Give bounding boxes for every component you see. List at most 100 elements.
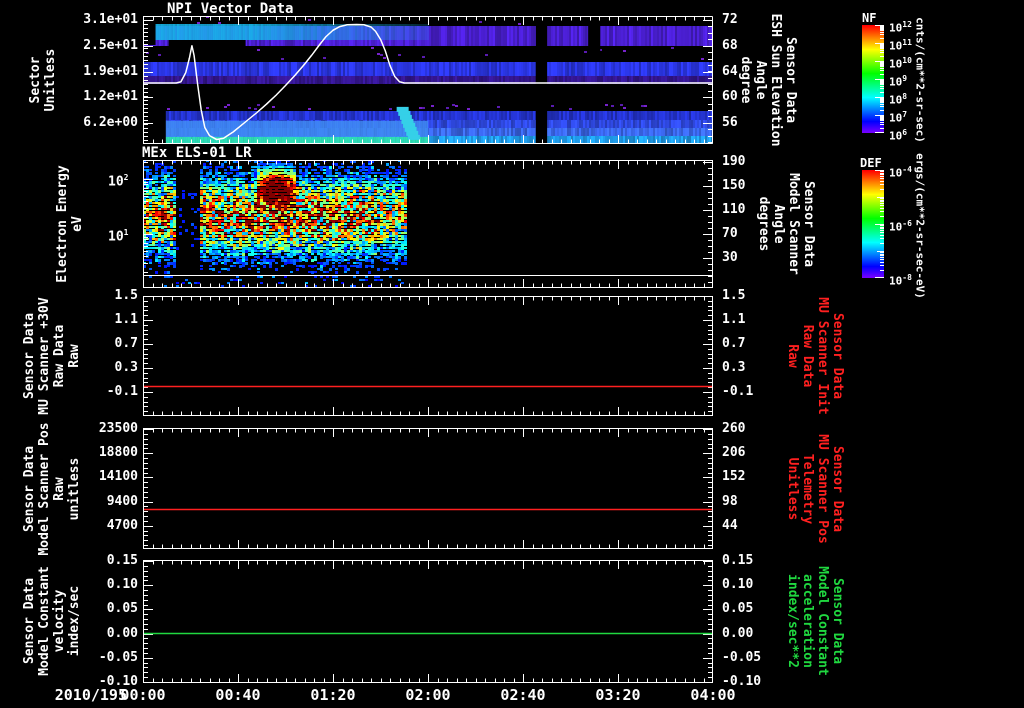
- axis-title-line: Model Scanner Pos: [37, 422, 52, 556]
- axis-title-line: Unitless: [43, 48, 58, 112]
- panel5-right-axis-title: Sensor Data Model Constant acceleration …: [785, 566, 845, 676]
- exp-base: 10: [889, 93, 903, 107]
- panel5-right-tick: 0.10: [722, 577, 754, 593]
- exp-sup: 11: [902, 38, 912, 47]
- panel3-right-tick: -0.1: [722, 384, 754, 399]
- plot-page: NPI Vector Data MEx ELS-01 LR NF DEF cnt…: [0, 0, 1024, 708]
- exp-base: 10: [889, 21, 903, 35]
- exp-base: 10: [108, 174, 124, 190]
- exp-sup: 1: [123, 228, 129, 237]
- axis-title-line: Raw Data: [800, 324, 815, 388]
- def-colorbar-tick: 10-8: [889, 270, 912, 289]
- axis-title-line: Electron Energy: [55, 165, 70, 283]
- panel2-right-tick: 30: [722, 250, 738, 265]
- axis-title-line: Sensor Data: [783, 36, 798, 124]
- els-spectrogram-plot: [143, 160, 713, 288]
- panel3-right-tick: 1.1: [722, 312, 746, 327]
- panel3-right-tick: 0.3: [722, 360, 746, 375]
- axis-title-line: Sector: [28, 56, 43, 104]
- exp-base: 10: [889, 111, 903, 125]
- axis-title-line: Model Constant: [815, 566, 830, 676]
- exp-sup: 7: [902, 110, 908, 119]
- x-axis-time-tick: 00:00: [120, 686, 166, 704]
- exp-sup: 8: [902, 92, 908, 101]
- axis-title-line: Sensor Data: [22, 312, 37, 400]
- nf-colorbar-units: cnts/(cm**2-sr-sec): [913, 17, 927, 143]
- axis-title-line: Sensor Data: [830, 577, 845, 665]
- panel3-left-tick: 0.3: [114, 360, 138, 375]
- panel5-right-tick: 0.00: [722, 625, 754, 641]
- x-axis-date-label: 2010/195: [54, 686, 127, 704]
- axis-title-line: Unitless: [785, 457, 800, 521]
- exp-sup: -6: [902, 219, 912, 228]
- nf-colorbar-title: NF: [862, 11, 877, 25]
- exp-sup: 6: [902, 128, 908, 137]
- panel2-right-tick: 110: [722, 202, 746, 217]
- exp-sup: -8: [902, 273, 912, 282]
- exp-base: 10: [889, 274, 903, 288]
- axis-title-line: unitless: [67, 457, 82, 521]
- panel3-left-tick: 1.5: [114, 288, 138, 303]
- axis-title-line: Sensor Data: [22, 577, 37, 665]
- panel1-right-tick: 64: [722, 63, 738, 79]
- exp-base: 10: [108, 229, 124, 245]
- panel1-title: NPI Vector Data: [167, 1, 294, 17]
- exp-sup: 2: [123, 173, 129, 182]
- panel5-left-tick: 0.05: [106, 601, 138, 617]
- panel2-left-axis-title: Electron Energy eV: [55, 165, 85, 282]
- axis-title-line: Raw: [52, 477, 67, 501]
- model-constant-velocity-plot: [143, 560, 713, 683]
- axis-title-line: Sensor Data: [830, 445, 845, 533]
- panel2-right-tick: 190: [722, 154, 746, 169]
- exp-base: 10: [889, 39, 903, 53]
- panel1-right-tick: 72: [722, 12, 738, 27]
- panel1-left-tick: 2.5e+01: [83, 37, 138, 53]
- def-colorbar-units: ergs/(cm**2-sr-sec-eV): [913, 153, 927, 299]
- panel2-left-tick: 101: [108, 225, 128, 244]
- panel1-right-tick: 56: [722, 114, 738, 130]
- def-colorbar-tick: 10-6: [889, 216, 912, 235]
- def-colorbar-title: DEF: [860, 156, 882, 170]
- axis-title-line: MU Scanner Init: [815, 297, 830, 415]
- panel2-right-tick: 150: [722, 178, 746, 193]
- panel4-left-axis-title: Sensor Data Model Scanner Pos Raw unitle…: [22, 422, 82, 555]
- panel5-right-tick: 0.15: [722, 553, 754, 568]
- axis-title-line: Telemetry: [800, 453, 815, 525]
- axis-title-line: degree: [738, 56, 753, 104]
- panel3-right-tick: 0.7: [722, 336, 746, 351]
- panel1-left-tick: 6.2e+00: [83, 114, 138, 130]
- panel4-left-tick: 9400: [106, 493, 138, 509]
- panel4-left-tick: 18800: [98, 445, 138, 461]
- panel4-left-tick: 4700: [106, 517, 138, 533]
- mu-scanner-30v-plot: [143, 296, 713, 416]
- exp-sup: -4: [902, 165, 912, 174]
- def-colorbar: [862, 170, 884, 278]
- panel1-right-tick: 68: [722, 37, 738, 53]
- exp-sup: 12: [902, 20, 912, 29]
- panel5-left-tick: -0.05: [98, 649, 138, 665]
- model-scanner-pos-plot: [143, 428, 713, 549]
- exp-sup: 10: [902, 56, 912, 65]
- def-colorbar-tick: 10-4: [889, 162, 912, 181]
- axis-title-line: acceleration: [800, 574, 815, 668]
- panel4-right-tick: 206: [722, 445, 746, 461]
- nf-colorbar-tick: 1010: [889, 53, 912, 72]
- nf-colorbar: [862, 25, 884, 133]
- axis-title-line: MU Scanner Pos: [815, 434, 830, 544]
- panel1-left-tick: 3.1e+01: [83, 12, 138, 27]
- panel2-right-axis-title: Sensor Data Model Scanner Angle degrees: [756, 173, 816, 275]
- axis-title-line: Angle: [771, 204, 786, 244]
- axis-title-line: Sensor Data: [801, 180, 816, 268]
- panel4-left-tick: 14100: [98, 469, 138, 485]
- panel3-left-tick: -0.1: [106, 384, 138, 399]
- panel3-right-axis-title: Sensor Data MU Scanner Init Raw Data Raw: [785, 297, 845, 414]
- x-axis-time-tick: 03:20: [595, 686, 641, 704]
- x-axis-time-tick: 00:40: [215, 686, 261, 704]
- npi-spectrogram-plot: [143, 16, 713, 144]
- panel4-right-tick: 98: [722, 493, 738, 509]
- x-axis-time-tick: 02:00: [405, 686, 451, 704]
- exp-base: 10: [889, 220, 903, 234]
- panel2-title: MEx ELS-01 LR: [142, 145, 252, 161]
- panel2-left-tick: 102: [108, 170, 128, 189]
- x-axis-time-tick: 04:00: [690, 686, 736, 704]
